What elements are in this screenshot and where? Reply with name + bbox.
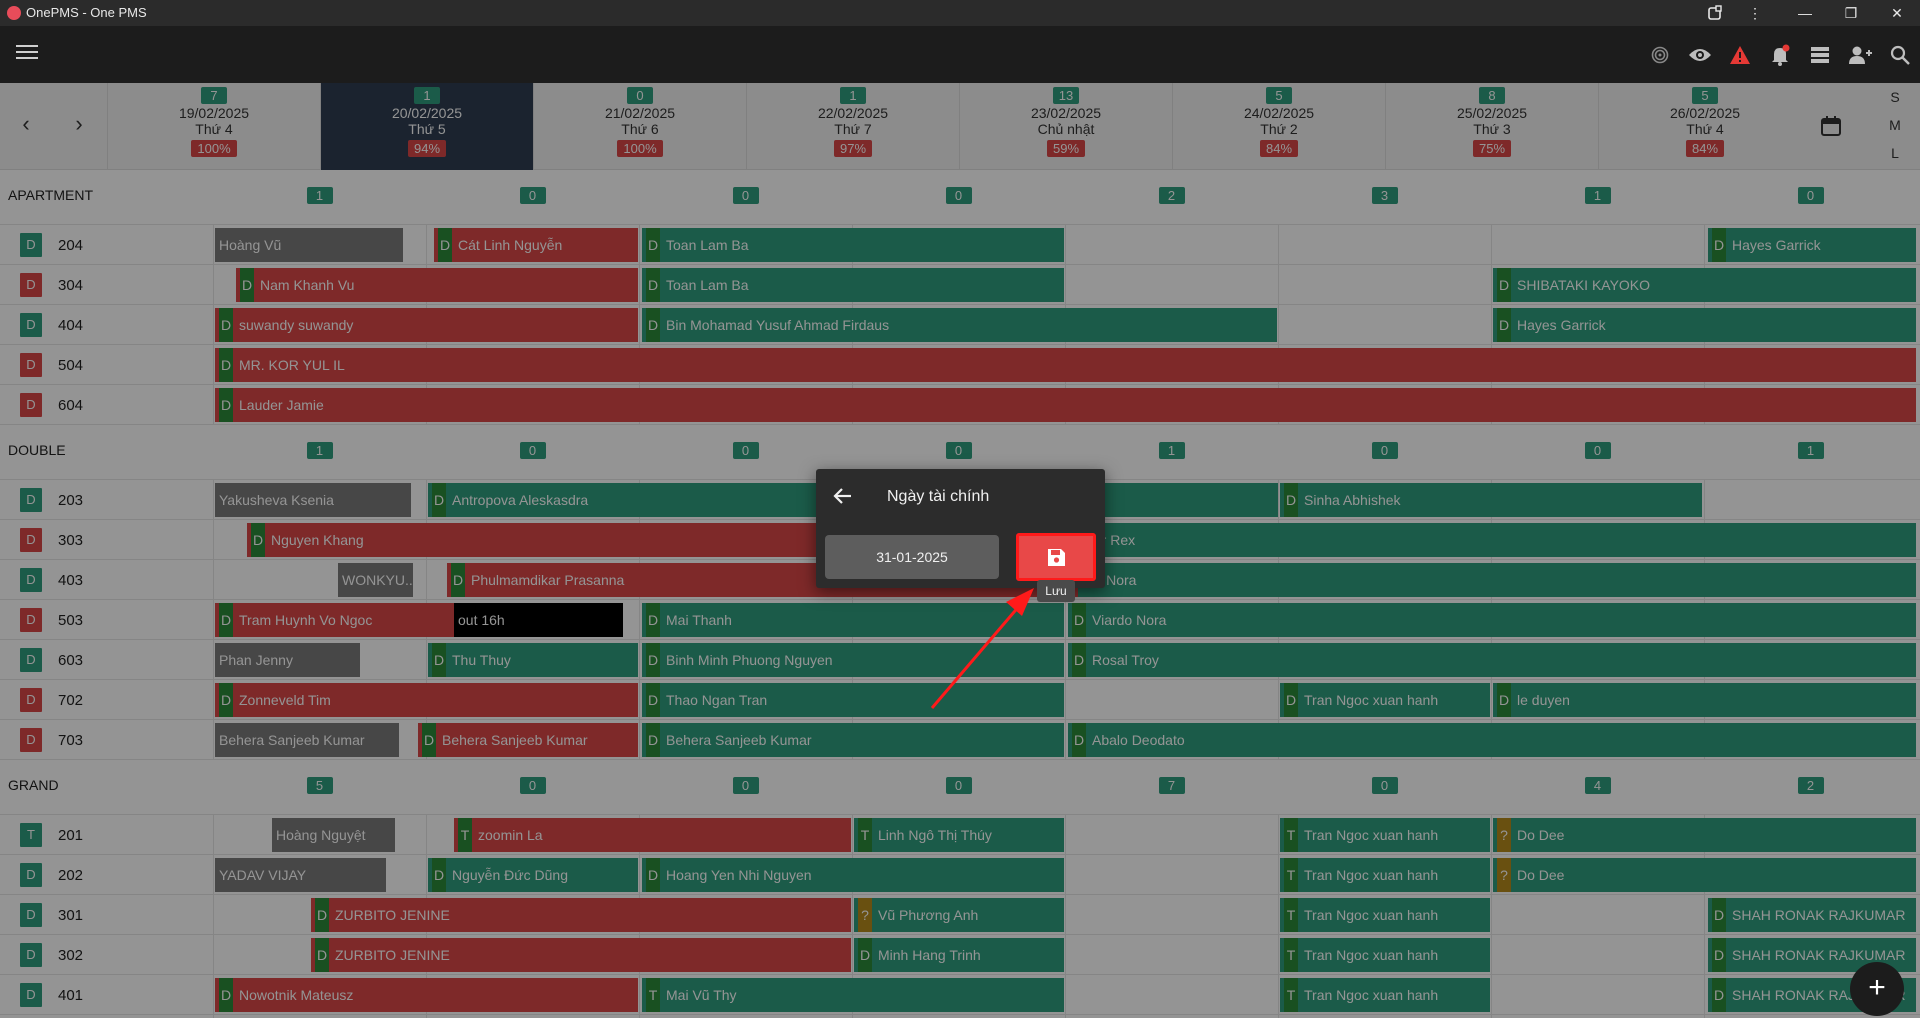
fingerprint-icon[interactable]: [1645, 40, 1675, 70]
dialog-title: Ngày tài chính: [887, 488, 990, 505]
minimize-icon[interactable]: —: [1782, 0, 1828, 26]
close-window-icon[interactable]: ✕: [1874, 0, 1920, 26]
app-logo-icon: [7, 6, 21, 20]
financial-date-input[interactable]: [825, 535, 999, 579]
app-toolbar: [0, 26, 1920, 83]
hamburger-menu-icon[interactable]: [16, 45, 38, 63]
eye-icon[interactable]: [1685, 40, 1715, 70]
back-arrow-icon[interactable]: [832, 485, 854, 507]
financial-date-dialog: Ngày tài chính: [816, 469, 1105, 588]
notification-bell-icon[interactable]: [1765, 40, 1795, 70]
save-floppy-icon: [1048, 549, 1065, 566]
window-titlebar: OnePMS - One PMS ⋮ — ❐ ✕: [0, 0, 1920, 26]
more-vertical-icon[interactable]: ⋮: [1732, 0, 1778, 26]
save-tooltip: Lưu: [1037, 580, 1075, 602]
restore-icon[interactable]: ❐: [1828, 0, 1874, 26]
save-button[interactable]: [1016, 533, 1096, 581]
window-title: OnePMS - One PMS: [26, 5, 147, 20]
add-guest-icon[interactable]: [1845, 40, 1875, 70]
warning-icon[interactable]: [1725, 40, 1755, 70]
add-booking-button[interactable]: +: [1850, 962, 1904, 1016]
list-view-icon[interactable]: [1805, 40, 1835, 70]
search-icon[interactable]: [1885, 40, 1915, 70]
